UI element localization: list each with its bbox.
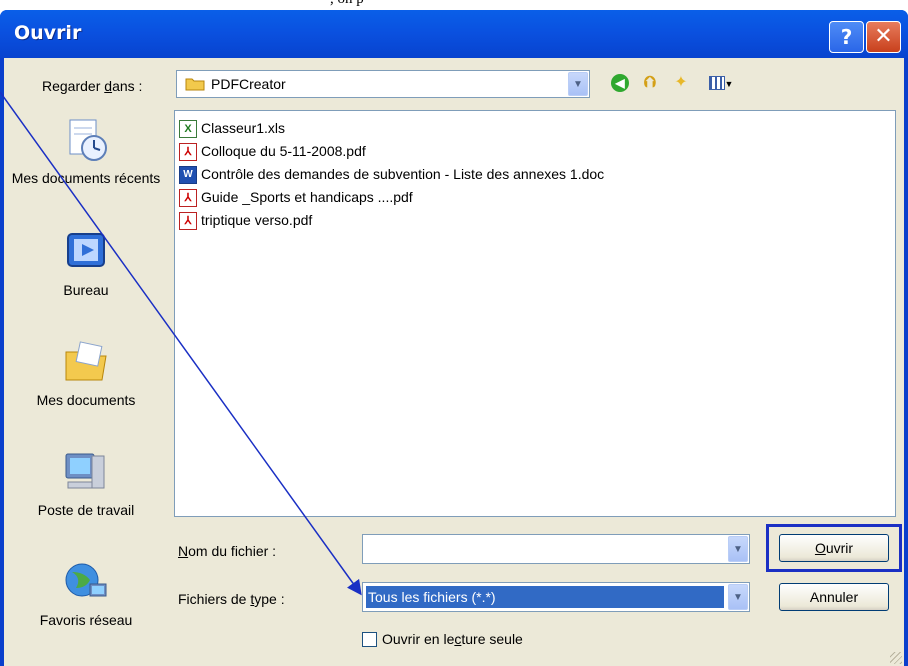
- resize-grip[interactable]: [890, 652, 902, 664]
- file-item[interactable]: ⅄ triptique verso.pdf: [179, 209, 312, 231]
- readonly-checkbox[interactable]: Ouvrir en lecture seule: [362, 629, 523, 649]
- cut-off-text: , on p: [330, 0, 364, 8]
- look-in-value: PDFCreator: [211, 76, 286, 92]
- place-label: Mes documents: [36, 392, 136, 408]
- look-in-dropdown[interactable]: PDFCreator ▼: [176, 70, 590, 98]
- readonly-label-rest: ture seule: [461, 631, 523, 647]
- pdf-file-icon: ⅄: [179, 189, 197, 208]
- places-bar: Mes documents récents Bureau Mes documen…: [8, 110, 164, 666]
- chevron-down-icon[interactable]: ▼: [568, 72, 588, 96]
- place-network[interactable]: Favoris réseau: [8, 558, 164, 630]
- pdf-file-icon: ⅄: [179, 212, 197, 231]
- my-computer-icon: [62, 448, 110, 496]
- word-file-icon: W: [179, 166, 197, 185]
- pdf-file-icon: ⅄: [179, 143, 197, 162]
- desktop-icon: [62, 228, 110, 276]
- file-name: Guide _Sports et handicaps ....pdf: [201, 189, 413, 205]
- dialog-title: Ouvrir: [14, 22, 82, 44]
- file-name: triptique verso.pdf: [201, 212, 313, 228]
- place-label: Poste de travail: [37, 502, 135, 518]
- filename-input[interactable]: ▼: [362, 534, 750, 564]
- open-accesskey: O: [814, 540, 826, 556]
- open-label: uvrir: [825, 540, 854, 556]
- filename-accesskey: N: [178, 543, 189, 559]
- place-my-computer[interactable]: Poste de travail: [8, 448, 164, 520]
- my-documents-icon: [62, 338, 110, 386]
- file-item[interactable]: X Classeur1.xls: [179, 117, 285, 139]
- place-label: Favoris réseau: [39, 612, 133, 628]
- folder-icon: [185, 78, 205, 91]
- file-item[interactable]: ⅄ Colloque du 5-11-2008.pdf: [179, 140, 366, 162]
- help-button[interactable]: ?: [829, 21, 864, 53]
- place-label: Mes documents récents: [11, 170, 161, 186]
- open-dialog: Ouvrir ? ✕ Regarder dans : PDFCreator ▼ …: [0, 10, 908, 666]
- filename-label: Nom du fichier :: [178, 543, 276, 559]
- folder-up-icon[interactable]: ⮉: [639, 72, 661, 94]
- checkbox-box[interactable]: [362, 632, 377, 647]
- open-button[interactable]: Ouvrir: [779, 534, 889, 562]
- filetype-label: Fichiers de type :: [178, 591, 285, 607]
- top-text-strip: , on p: [0, 0, 908, 10]
- views-menu-button[interactable]: ▼: [704, 72, 738, 94]
- views-icon: [708, 75, 725, 90]
- new-folder-icon[interactable]: ✦: [670, 72, 692, 94]
- file-list[interactable]: X Classeur1.xls ⅄ Colloque du 5-11-2008.pd…: [174, 110, 896, 517]
- file-item[interactable]: W Contrôle des demandes de subvention - L…: [179, 163, 604, 185]
- back-arrow-icon[interactable]: ◀: [611, 74, 629, 92]
- chevron-down-icon[interactable]: ▼: [728, 536, 748, 562]
- dialog-client-area: Regarder dans : PDFCreator ▼ ◀ ⮉ ✦ ▼ Mes…: [4, 58, 904, 666]
- chevron-down-icon: ▼: [724, 79, 734, 89]
- place-recent-documents[interactable]: Mes documents récents: [8, 116, 164, 188]
- recent-documents-icon: [62, 116, 110, 164]
- filename-label-rest: om du fichier :: [188, 543, 277, 559]
- filetype-label-text: Fichiers de: [178, 591, 251, 607]
- look-in-label: Regarder dans :: [42, 78, 142, 94]
- network-places-icon: [62, 558, 110, 606]
- excel-file-icon: X: [179, 120, 197, 139]
- place-my-documents[interactable]: Mes documents: [8, 338, 164, 410]
- close-button[interactable]: ✕: [866, 21, 901, 53]
- place-label: Bureau: [63, 282, 109, 298]
- chevron-down-icon[interactable]: ▼: [728, 584, 748, 610]
- filetype-dropdown[interactable]: Tous les fichiers (*.*) ▼: [362, 582, 750, 612]
- file-item[interactable]: ⅄ Guide _Sports et handicaps ....pdf: [179, 186, 413, 208]
- file-name: Contrôle des demandes de subvention - Li…: [201, 166, 605, 182]
- place-desktop[interactable]: Bureau: [8, 228, 164, 300]
- title-bar[interactable]: Ouvrir ? ✕: [0, 10, 908, 58]
- filetype-label-rest: ype :: [254, 591, 285, 607]
- readonly-label: Ouvrir en le: [382, 631, 455, 647]
- cancel-button[interactable]: Annuler: [779, 583, 889, 611]
- look-in-label-rest: ans :: [112, 78, 143, 94]
- file-name: Classeur1.xls: [201, 120, 286, 136]
- look-in-label-text: Regarder: [42, 78, 105, 94]
- file-name: Colloque du 5-11-2008.pdf: [201, 143, 366, 159]
- filetype-value: Tous les fichiers (*.*): [366, 586, 724, 608]
- look-in-accesskey: d: [104, 78, 113, 94]
